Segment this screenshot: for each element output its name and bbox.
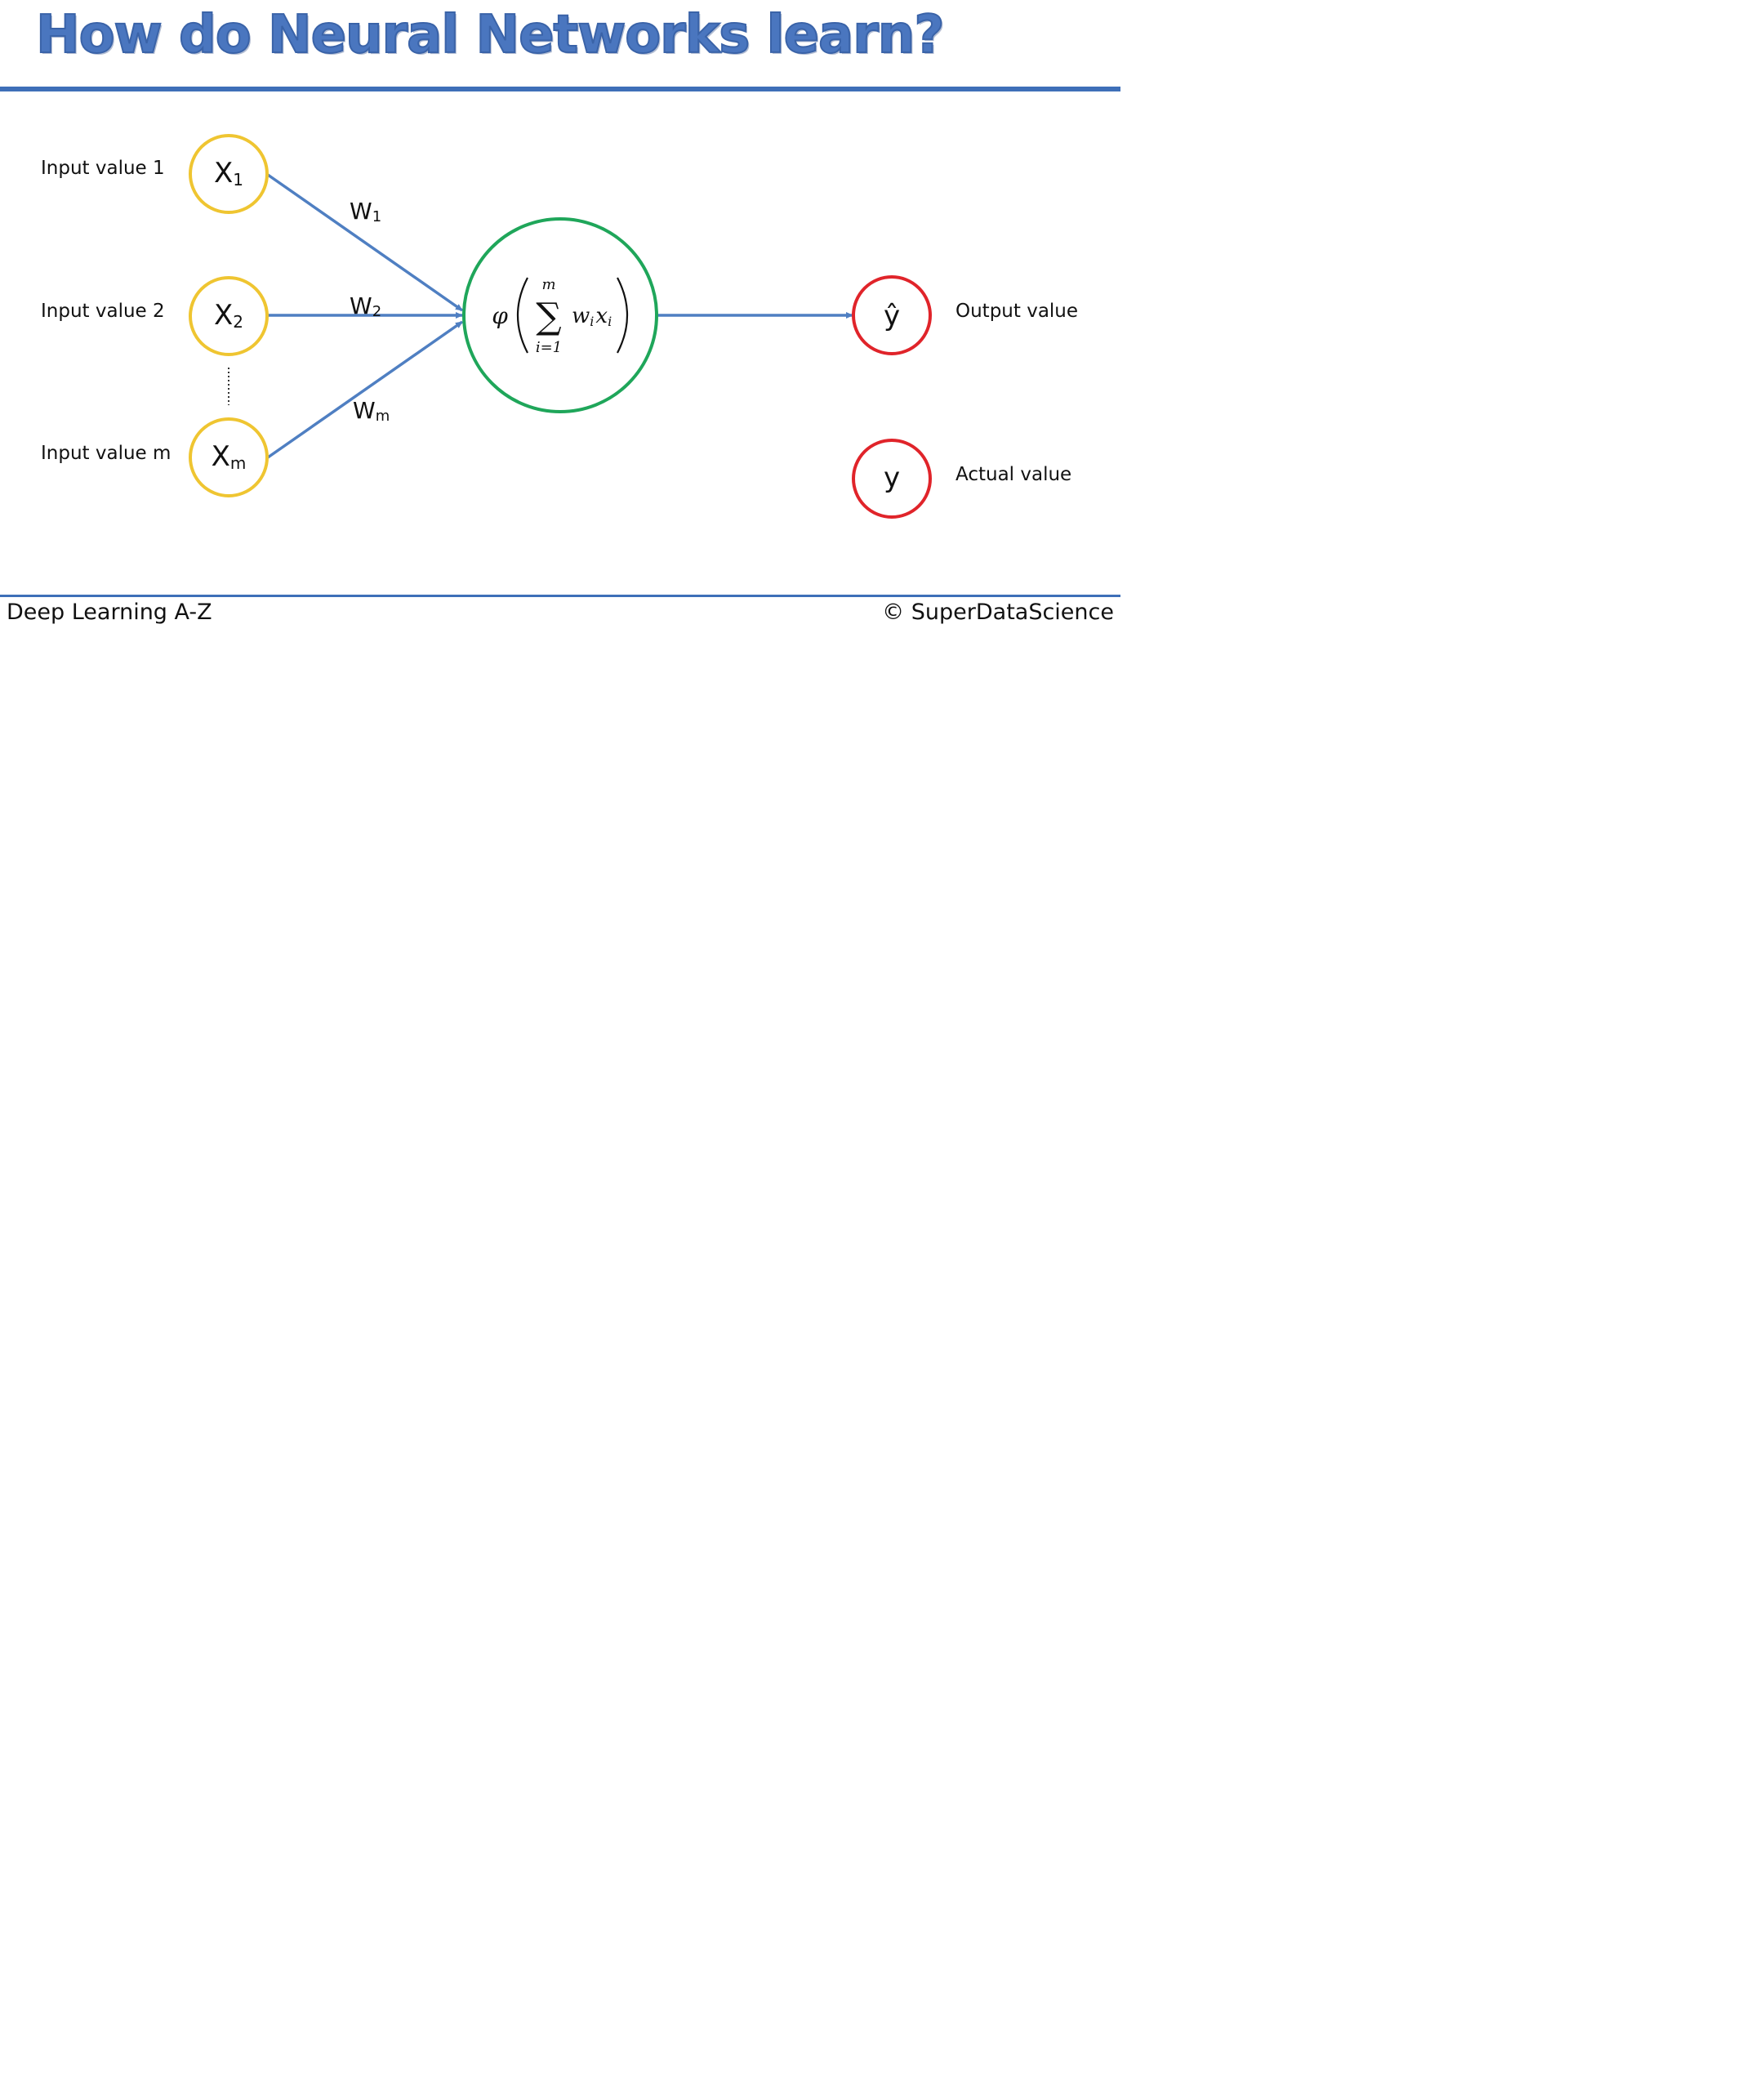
edge-xm-neuron (266, 320, 464, 459)
output-node-predicted-text: ŷ (884, 300, 900, 332)
weight-label-2: W2 (350, 292, 381, 320)
footer-course-name: Deep Learning A-Z (7, 600, 212, 625)
sigma-symbol: ∑ (536, 296, 561, 337)
footer-copyright: © SuperDataScience (882, 600, 1114, 625)
footer-divider (0, 595, 1120, 597)
activation-phi: φ (492, 302, 508, 329)
sum-upper-limit: m (541, 276, 555, 293)
edge-x1-neuron (266, 173, 464, 312)
slide: How do Neural Networks learn? Input valu… (0, 0, 1120, 633)
weight-label-m: Wm (353, 397, 390, 425)
output-node-actual-text: y (884, 462, 900, 494)
weight-label-1: W1 (350, 198, 381, 225)
sum-lower-limit: i=1 (536, 339, 562, 356)
neuron-diagram: X1 X2 Xm W1 W2 Wm φ m ∑ i=1 wixi ŷ y (189, 134, 932, 519)
